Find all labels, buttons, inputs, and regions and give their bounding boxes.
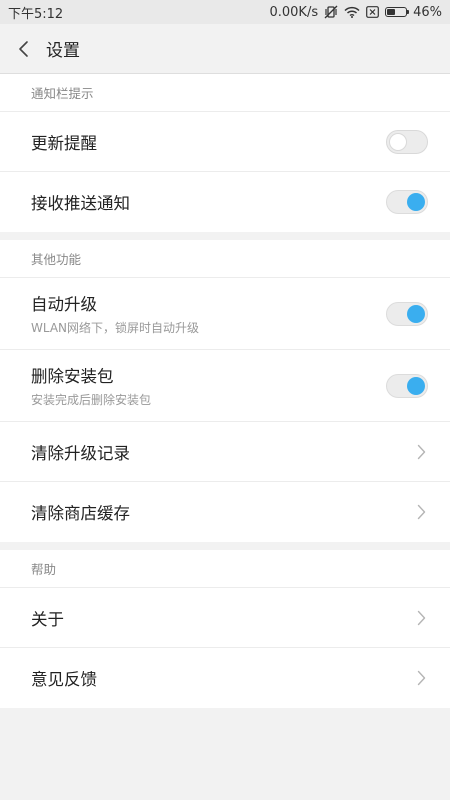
battery-icon [385, 7, 410, 17]
chevron-right-icon [417, 444, 425, 459]
chevron-right-icon [414, 442, 428, 462]
chevron-right-icon [414, 668, 428, 688]
row-title: 自动升级 [31, 295, 97, 314]
chevron-right-icon [417, 670, 425, 686]
settings-section: 其他功能自动升级 WLAN网络下，锁屏时自动升级删除安装包安装完成后删除安装包清除… [0, 240, 450, 542]
chevron-left-icon [19, 40, 28, 57]
wifi-icon [344, 6, 360, 18]
row-subtitle: 安装完成后删除安装包 [31, 393, 152, 407]
section-header: 通知栏提示 [0, 74, 450, 112]
settings-row[interactable]: 删除安装包安装完成后删除安装包 [0, 350, 450, 422]
row-title: 清除升级记录 [31, 443, 130, 463]
settings-row[interactable]: 关于 [0, 588, 450, 648]
toggle-switch[interactable] [386, 301, 428, 326]
row-text: 清除升级记录 [31, 440, 130, 464]
sim-off-icon [366, 6, 379, 18]
row-title: 删除安装包 [31, 367, 114, 386]
status-indicators: 0.00K/s 46% [269, 5, 442, 20]
row-title: 更新提醒 [31, 133, 97, 153]
settings-row[interactable]: 更新提醒 [0, 112, 450, 172]
row-subtitle: WLAN网络下，锁屏时自动升级 [31, 321, 200, 335]
row-text: 删除安装包安装完成后删除安装包 [31, 363, 151, 408]
row-text: 意见反馈 [31, 666, 97, 690]
row-title: 清除商店缓存 [31, 504, 130, 523]
vibrate-off-icon [324, 5, 338, 19]
toggle-knob [407, 304, 425, 323]
back-button[interactable] [2, 24, 46, 74]
app-bar: 设置 [0, 24, 450, 74]
row-text: 关于 [31, 606, 64, 630]
row-text: 自动升级 WLAN网络下，锁屏时自动升级 [31, 291, 199, 336]
row-text: 清除商店缓存 [31, 500, 130, 524]
row-title: 关于 [31, 609, 64, 629]
row-title: 接收推送通知 [31, 194, 130, 213]
section-divider [0, 542, 450, 550]
settings-row[interactable]: 清除商店缓存 [0, 482, 450, 542]
settings-row[interactable]: 自动升级 WLAN网络下，锁屏时自动升级 [0, 278, 450, 350]
chevron-right-icon [417, 610, 425, 625]
toggle-switch[interactable] [386, 373, 428, 398]
section-divider [0, 708, 450, 716]
battery-level [387, 9, 396, 15]
settings-row[interactable]: 意见反馈 [0, 648, 450, 708]
settings-list: 通知栏提示更新提醒接收推送通知其他功能自动升级 WLAN网络下，锁屏时自动升级删除… [0, 74, 450, 716]
section-header: 其他功能 [0, 240, 450, 278]
settings-section: 帮助关于意见反馈 [0, 550, 450, 708]
chevron-right-icon [414, 608, 428, 628]
toggle-knob [389, 132, 407, 151]
status-bar: 下午5:12 0.00K/s 46% [0, 0, 450, 24]
chevron-right-icon [414, 502, 428, 522]
settings-section: 通知栏提示更新提醒接收推送通知 [0, 74, 450, 232]
page-title: 设置 [46, 41, 80, 61]
section-header: 帮助 [0, 550, 450, 588]
toggle-switch[interactable] [386, 190, 428, 214]
toggle-switch[interactable] [386, 129, 428, 154]
toggle-knob [407, 376, 425, 395]
row-title: 意见反馈 [31, 670, 97, 689]
settings-row[interactable]: 接收推送通知 [0, 172, 450, 232]
row-text: 接收推送通知 [31, 190, 130, 214]
chevron-right-icon [417, 504, 425, 520]
row-text: 更新提醒 [31, 130, 97, 154]
section-divider [0, 232, 450, 240]
battery-percent: 46% [413, 4, 442, 20]
settings-row[interactable]: 清除升级记录 [0, 422, 450, 482]
toggle-knob [407, 193, 425, 211]
status-time: 下午5:12 [8, 6, 64, 22]
network-speed: 0.00K/s [269, 4, 319, 20]
